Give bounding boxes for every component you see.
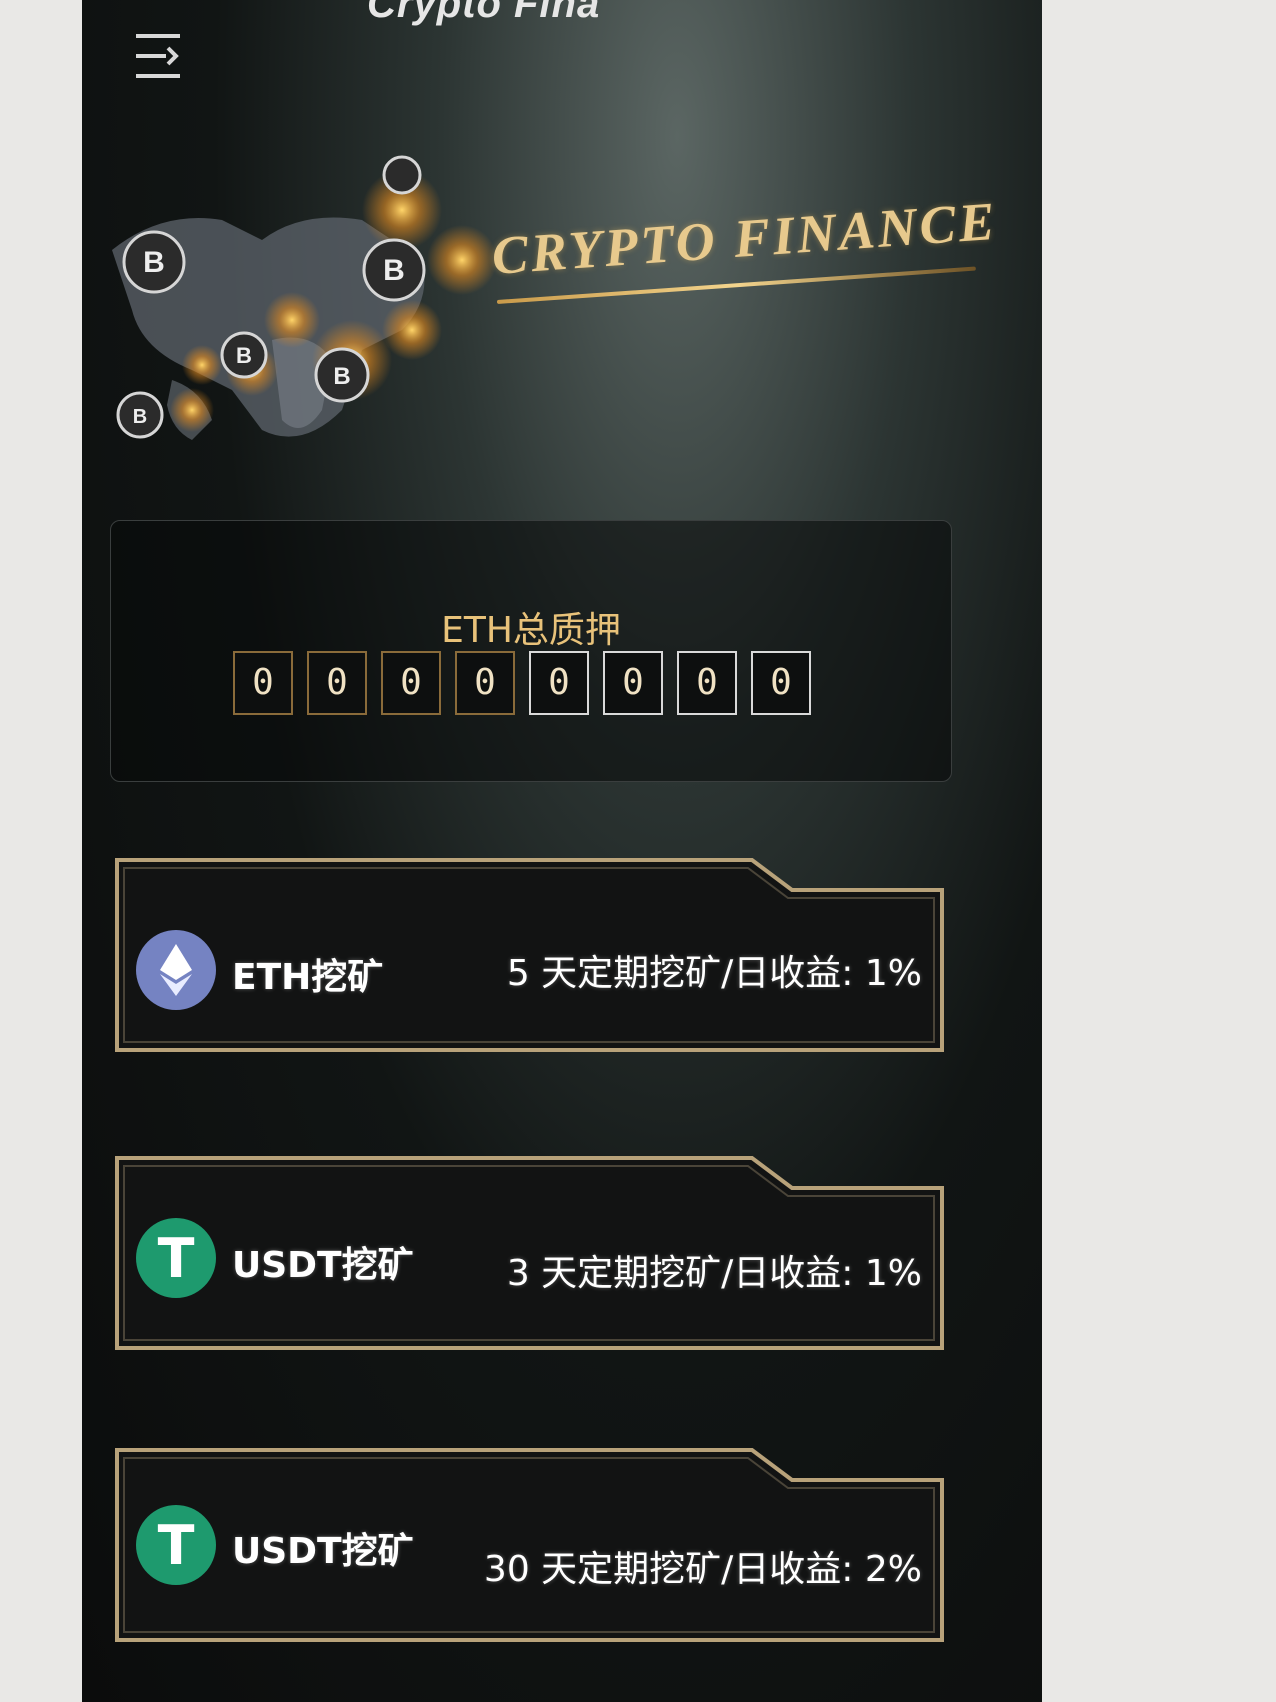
digit-box: 0 <box>603 651 663 715</box>
mining-name: ETH挖矿 <box>232 957 384 998</box>
digit-box: 0 <box>529 651 589 715</box>
svg-text:B: B <box>383 254 405 287</box>
digit-box: 0 <box>307 651 367 715</box>
svg-text:B: B <box>133 406 147 428</box>
mining-name: USDT挖矿 <box>232 1245 414 1286</box>
usdt-icon: T <box>136 1505 216 1585</box>
total-staking-title: ETH总质押 <box>441 610 621 651</box>
svg-text:B: B <box>333 363 350 390</box>
eth-icon <box>136 930 216 1010</box>
menu-icon[interactable] <box>132 30 188 86</box>
mining-description: 3 天定期挖矿/日收益: 1% <box>506 1253 922 1294</box>
mining-description: 30 天定期挖矿/日收益: 2% <box>483 1549 922 1590</box>
digit-box: 0 <box>677 651 737 715</box>
mining-card-usdt[interactable]: T USDT挖矿 30 天定期挖矿/日收益: 2% <box>112 1440 952 1660</box>
page-title: Crypto Fina <box>367 0 601 26</box>
digit-box: 0 <box>233 651 293 715</box>
svg-text:B: B <box>236 343 252 368</box>
staking-digit-counter: 0 0 0 0 0 0 0 0 <box>233 651 811 715</box>
digit-box: 0 <box>455 651 515 715</box>
mining-name: USDT挖矿 <box>232 1531 414 1572</box>
usdt-icon: T <box>136 1218 216 1298</box>
mining-card-eth[interactable]: ETH挖矿 5 天定期挖矿/日收益: 1% <box>112 850 952 1070</box>
digit-box: 0 <box>381 651 441 715</box>
svg-text:B: B <box>143 246 165 279</box>
app-screen: Crypto Fina B B B B B CRYPTO FINANCE ETH… <box>82 0 1042 1702</box>
mining-card-usdt[interactable]: T USDT挖矿 3 天定期挖矿/日收益: 1% <box>112 1148 952 1368</box>
total-staking-card: ETH总质押 0 0 0 0 0 0 0 0 <box>110 520 952 782</box>
digit-box: 0 <box>751 651 811 715</box>
mining-description: 5 天定期挖矿/日收益: 1% <box>506 953 922 994</box>
